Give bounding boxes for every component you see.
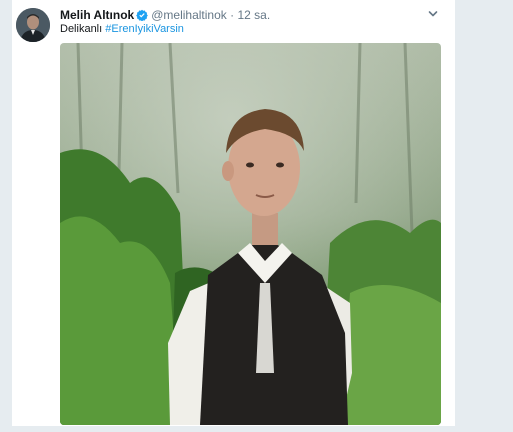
photo-image: [60, 43, 441, 425]
page-background-right: [455, 0, 513, 432]
tweet-text: Delikanlı #ErenIyikiVarsin: [60, 22, 184, 36]
tweet-photo[interactable]: [60, 43, 441, 425]
verified-badge-icon: [136, 9, 149, 21]
page-background-left: [0, 0, 12, 432]
avatar-image: [16, 8, 50, 42]
user-handle[interactable]: @melihaltinok: [151, 8, 227, 22]
separator-dot: ·: [230, 8, 235, 22]
timestamp[interactable]: 12 sa.: [237, 8, 270, 22]
avatar[interactable]: [16, 8, 50, 42]
hashtag-link[interactable]: #ErenIyikiVarsin: [105, 23, 184, 35]
tweet-header: Melih Altınok @melihaltinok · 12 sa.: [60, 7, 270, 23]
tweet-text-body: Delikanlı: [60, 23, 106, 35]
display-name[interactable]: Melih Altınok: [60, 8, 134, 22]
page-background-bottom: [0, 426, 513, 432]
chevron-down-icon[interactable]: [427, 8, 439, 20]
